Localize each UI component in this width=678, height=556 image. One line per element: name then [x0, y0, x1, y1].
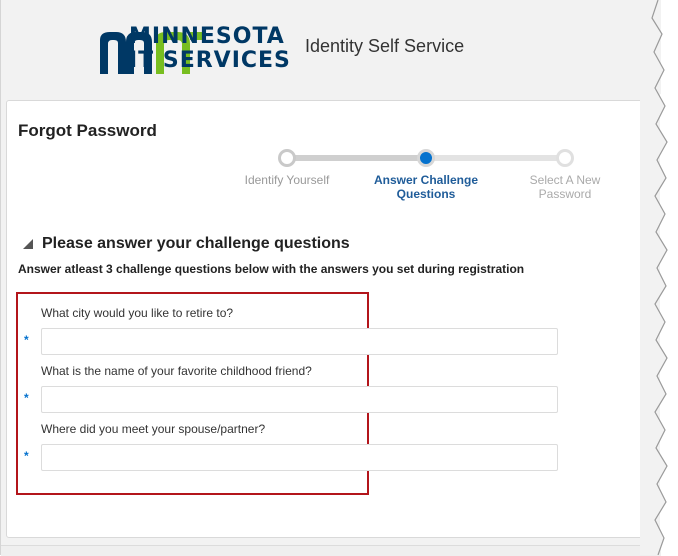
train-label-answer-line1: Answer Challenge: [373, 173, 479, 187]
train-label-identify[interactable]: Identify Yourself: [227, 173, 347, 187]
instructions-text: Answer atleast 3 challenge questions bel…: [18, 262, 525, 276]
footer-strip: [1, 545, 661, 556]
logo-line-1: MINNESOTA: [129, 24, 285, 49]
section-header[interactable]: Please answer your challenge questions: [23, 235, 350, 253]
train-label-new-password: Select A New Password: [505, 173, 625, 201]
train-stop-answer-questions[interactable]: [417, 149, 435, 167]
train-stop-identify[interactable]: [278, 149, 296, 167]
required-marker-3: *: [24, 449, 29, 463]
collapse-triangle-icon[interactable]: [23, 239, 33, 249]
torn-edge-decoration: [640, 0, 668, 555]
train-stop-new-password: [556, 149, 574, 167]
forgot-password-panel: Forgot Password Identify Yourself Answer…: [6, 100, 654, 538]
answer-input-1[interactable]: [41, 328, 558, 355]
question-label-3: Where did you meet your spouse/partner?: [41, 422, 266, 436]
required-marker-1: *: [24, 333, 29, 347]
required-marker-2: *: [24, 391, 29, 405]
train-connector-2: [432, 155, 567, 161]
app-title: Identity Self Service: [305, 36, 465, 56]
header: MINNESOTA IT SERVICES Identity Self Serv…: [1, 0, 661, 94]
answer-input-2[interactable]: [41, 386, 558, 413]
progress-train: Identify Yourself Answer Challenge Quest…: [7, 101, 655, 211]
logo-line-2: IT SERVICES: [129, 48, 291, 73]
question-label-1: What city would you like to retire to?: [41, 306, 234, 320]
train-label-answer-questions: Answer Challenge Questions: [366, 173, 486, 201]
train-label-identify-line1: Identify Yourself: [244, 173, 330, 187]
train-label-new-line2: Password: [538, 187, 592, 201]
answer-input-3[interactable]: [41, 444, 558, 471]
train-connector-1: [292, 155, 427, 161]
train-label-answer-line2: Questions: [396, 187, 456, 201]
train-label-new-line1: Select A New: [529, 173, 601, 187]
page-background: MINNESOTA IT SERVICES Identity Self Serv…: [0, 0, 661, 556]
section-title: Please answer your challenge questions: [42, 235, 350, 252]
question-label-2: What is the name of your favorite childh…: [41, 364, 312, 378]
logo-wordmark: MINNESOTA IT SERVICES: [129, 25, 291, 73]
